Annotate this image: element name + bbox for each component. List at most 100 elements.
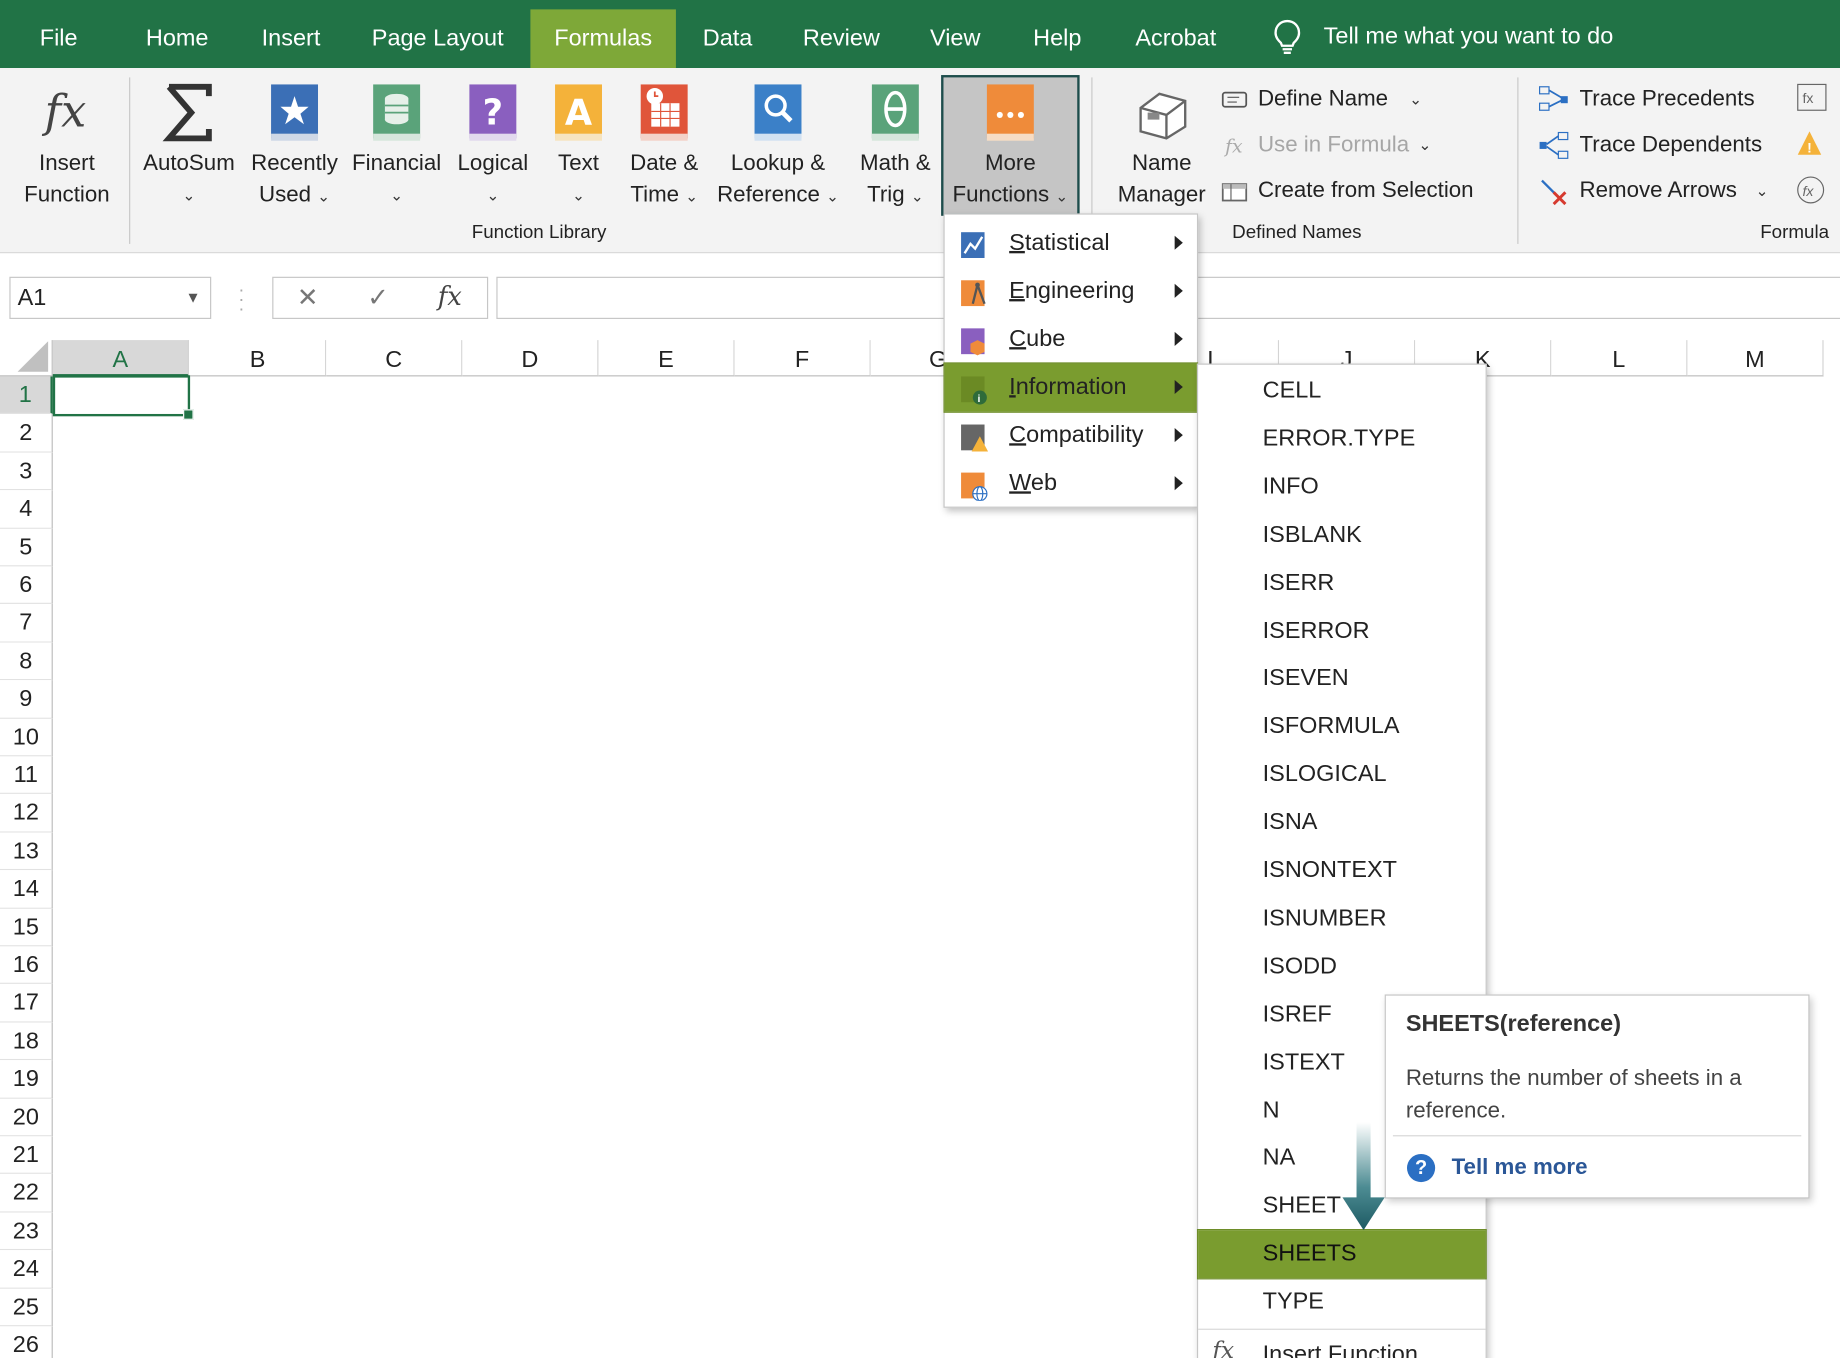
remove-arrows-button[interactable]: Remove Arrows ⌄ xyxy=(1537,174,1768,209)
tab-data[interactable]: Data xyxy=(690,9,765,68)
row-header-11[interactable]: 11 xyxy=(0,756,53,795)
error-checking-icon[interactable]: ! xyxy=(1795,129,1828,159)
row-header-18[interactable]: 18 xyxy=(0,1022,53,1061)
function-item-islogical[interactable]: ISLOGICAL xyxy=(1198,751,1486,799)
financial-button[interactable]: Financial ⌄ xyxy=(347,80,446,211)
row-header-15[interactable]: 15 xyxy=(0,908,53,947)
row-header-22[interactable]: 22 xyxy=(0,1174,53,1213)
define-name-button[interactable]: Define Name ⌄ xyxy=(1220,82,1422,117)
tab-insert[interactable]: Insert xyxy=(244,9,338,68)
row-header-9[interactable]: 9 xyxy=(0,680,53,719)
tab-view[interactable]: View xyxy=(915,9,995,68)
column-header-d[interactable]: D xyxy=(462,340,599,377)
function-item-isodd[interactable]: ISODD xyxy=(1198,943,1486,991)
function-item-iseven[interactable]: ISEVEN xyxy=(1198,655,1486,703)
row-header-24[interactable]: 24 xyxy=(0,1250,53,1289)
row-header-17[interactable]: 17 xyxy=(0,984,53,1023)
row-header-14[interactable]: 14 xyxy=(0,870,53,909)
row-header-3[interactable]: 3 xyxy=(0,452,53,491)
insert-function-fx-button[interactable]: fx xyxy=(438,278,462,318)
use-in-formula-button[interactable]: fx Use in Formula ⌄ xyxy=(1220,128,1431,163)
function-item-isna[interactable]: ISNA xyxy=(1198,799,1486,847)
function-item-iserror[interactable]: ISERROR xyxy=(1198,607,1486,655)
defined-names-group-label: Defined Names xyxy=(1232,222,1362,243)
row-header-7[interactable]: 7 xyxy=(0,604,53,643)
insert-function-menu-item[interactable]: fx Insert Function... xyxy=(1198,1331,1486,1358)
function-item-type[interactable]: TYPE xyxy=(1198,1278,1486,1326)
chevron-down-icon[interactable]: ▼ xyxy=(186,278,201,318)
math-trig-button[interactable]: Math & Trig ⌄ xyxy=(850,80,942,213)
tell-me-search[interactable]: Tell me what you want to do xyxy=(1272,16,1613,56)
recently-used-button[interactable]: Recently Used ⌄ xyxy=(246,80,342,213)
row-header-2[interactable]: 2 xyxy=(0,414,53,453)
menu-item-web[interactable]: Web xyxy=(945,460,1197,508)
row-header-4[interactable]: 4 xyxy=(0,490,53,529)
function-item-isblank[interactable]: ISBLANK xyxy=(1198,511,1486,559)
column-header-f[interactable]: F xyxy=(734,340,871,377)
tab-help[interactable]: Help xyxy=(1019,9,1096,68)
row-header-23[interactable]: 23 xyxy=(0,1212,53,1251)
row-header-1[interactable]: 1 xyxy=(0,376,53,415)
row-header-25[interactable]: 25 xyxy=(0,1288,53,1327)
select-all-corner[interactable] xyxy=(0,340,53,377)
tell-me-more-link[interactable]: ? Tell me more xyxy=(1406,1153,1587,1183)
cancel-icon[interactable]: ✕ xyxy=(297,278,319,318)
menu-item-cube[interactable]: Cube xyxy=(945,315,1197,363)
row-header-10[interactable]: 10 xyxy=(0,718,53,757)
insert-function-button[interactable]: fx Insert Function xyxy=(9,80,124,211)
row-header-20[interactable]: 20 xyxy=(0,1098,53,1137)
create-from-selection-button[interactable]: Create from Selection xyxy=(1220,174,1474,209)
lookup-reference-button[interactable]: Lookup & Reference ⌄ xyxy=(711,80,845,213)
tab-file[interactable]: File xyxy=(16,9,100,68)
column-header-e[interactable]: E xyxy=(598,340,735,377)
enter-icon[interactable]: ✓ xyxy=(367,278,389,318)
trace-dependents-label: Trace Dependents xyxy=(1579,132,1763,158)
column-header-a[interactable]: A xyxy=(52,340,189,377)
column-header-l[interactable]: L xyxy=(1551,340,1688,377)
active-cell-a1[interactable] xyxy=(52,375,194,420)
function-item-info[interactable]: INFO xyxy=(1198,463,1486,511)
logical-button[interactable]: ? Logical ⌄ xyxy=(451,80,535,211)
evaluate-formula-icon[interactable]: fx xyxy=(1795,174,1828,207)
name-box[interactable]: A1 ▼ xyxy=(9,276,212,319)
text-button[interactable]: A Text ⌄ xyxy=(542,80,615,211)
function-item-isformula[interactable]: ISFORMULA xyxy=(1198,703,1486,751)
function-item-cell[interactable]: CELL xyxy=(1198,367,1486,415)
row-header-8[interactable]: 8 xyxy=(0,642,53,681)
column-header-m[interactable]: M xyxy=(1687,340,1824,377)
row-header-5[interactable]: 5 xyxy=(0,528,53,567)
row-header-12[interactable]: 12 xyxy=(0,794,53,833)
menu-item-statistical[interactable]: Statistical xyxy=(945,219,1197,267)
row-header-26[interactable]: 26 xyxy=(0,1326,53,1358)
column-header-b[interactable]: B xyxy=(190,340,327,377)
name-manager-button[interactable]: Name Manager xyxy=(1108,80,1216,211)
row-header-19[interactable]: 19 xyxy=(0,1060,53,1099)
tooltip-divider xyxy=(1392,1135,1802,1137)
submenu-arrow-icon xyxy=(1174,283,1183,298)
row-header-21[interactable]: 21 xyxy=(0,1136,53,1175)
function-item-error-type[interactable]: ERROR.TYPE xyxy=(1198,415,1486,463)
show-formulas-icon[interactable]: fx xyxy=(1795,82,1828,112)
row-header-13[interactable]: 13 xyxy=(0,832,53,871)
tab-review[interactable]: Review xyxy=(789,9,895,68)
column-header-c[interactable]: C xyxy=(326,340,463,377)
tab-acrobat[interactable]: Acrobat xyxy=(1117,9,1234,68)
function-item-isnontext[interactable]: ISNONTEXT xyxy=(1198,847,1486,895)
tab-home[interactable]: Home xyxy=(127,9,228,68)
menu-item-engineering[interactable]: Engineering xyxy=(945,267,1197,315)
tab-formulas[interactable]: Formulas xyxy=(530,9,676,69)
formula-bar-grip[interactable]: · · · xyxy=(238,281,244,319)
trace-precedents-button[interactable]: Trace Precedents xyxy=(1537,82,1755,117)
row-header-16[interactable]: 16 xyxy=(0,946,53,985)
tab-page-layout[interactable]: Page Layout xyxy=(359,9,516,68)
trace-dependents-button[interactable]: Trace Dependents xyxy=(1537,128,1762,163)
autosum-button[interactable]: AutoSum ⌄ xyxy=(136,80,242,211)
row-header-6[interactable]: 6 xyxy=(0,566,53,605)
menu-item-information[interactable]: i Information xyxy=(943,362,1199,413)
date-time-button[interactable]: Date & Time ⌄ xyxy=(620,80,709,213)
more-functions-button[interactable]: More Functions ⌄ xyxy=(941,75,1080,216)
function-item-sheets[interactable]: SHEETS xyxy=(1196,1229,1487,1280)
function-item-isnumber[interactable]: ISNUMBER xyxy=(1198,895,1486,943)
menu-item-compatibility[interactable]: Compatibility xyxy=(945,412,1197,460)
function-item-iserr[interactable]: ISERR xyxy=(1198,559,1486,607)
